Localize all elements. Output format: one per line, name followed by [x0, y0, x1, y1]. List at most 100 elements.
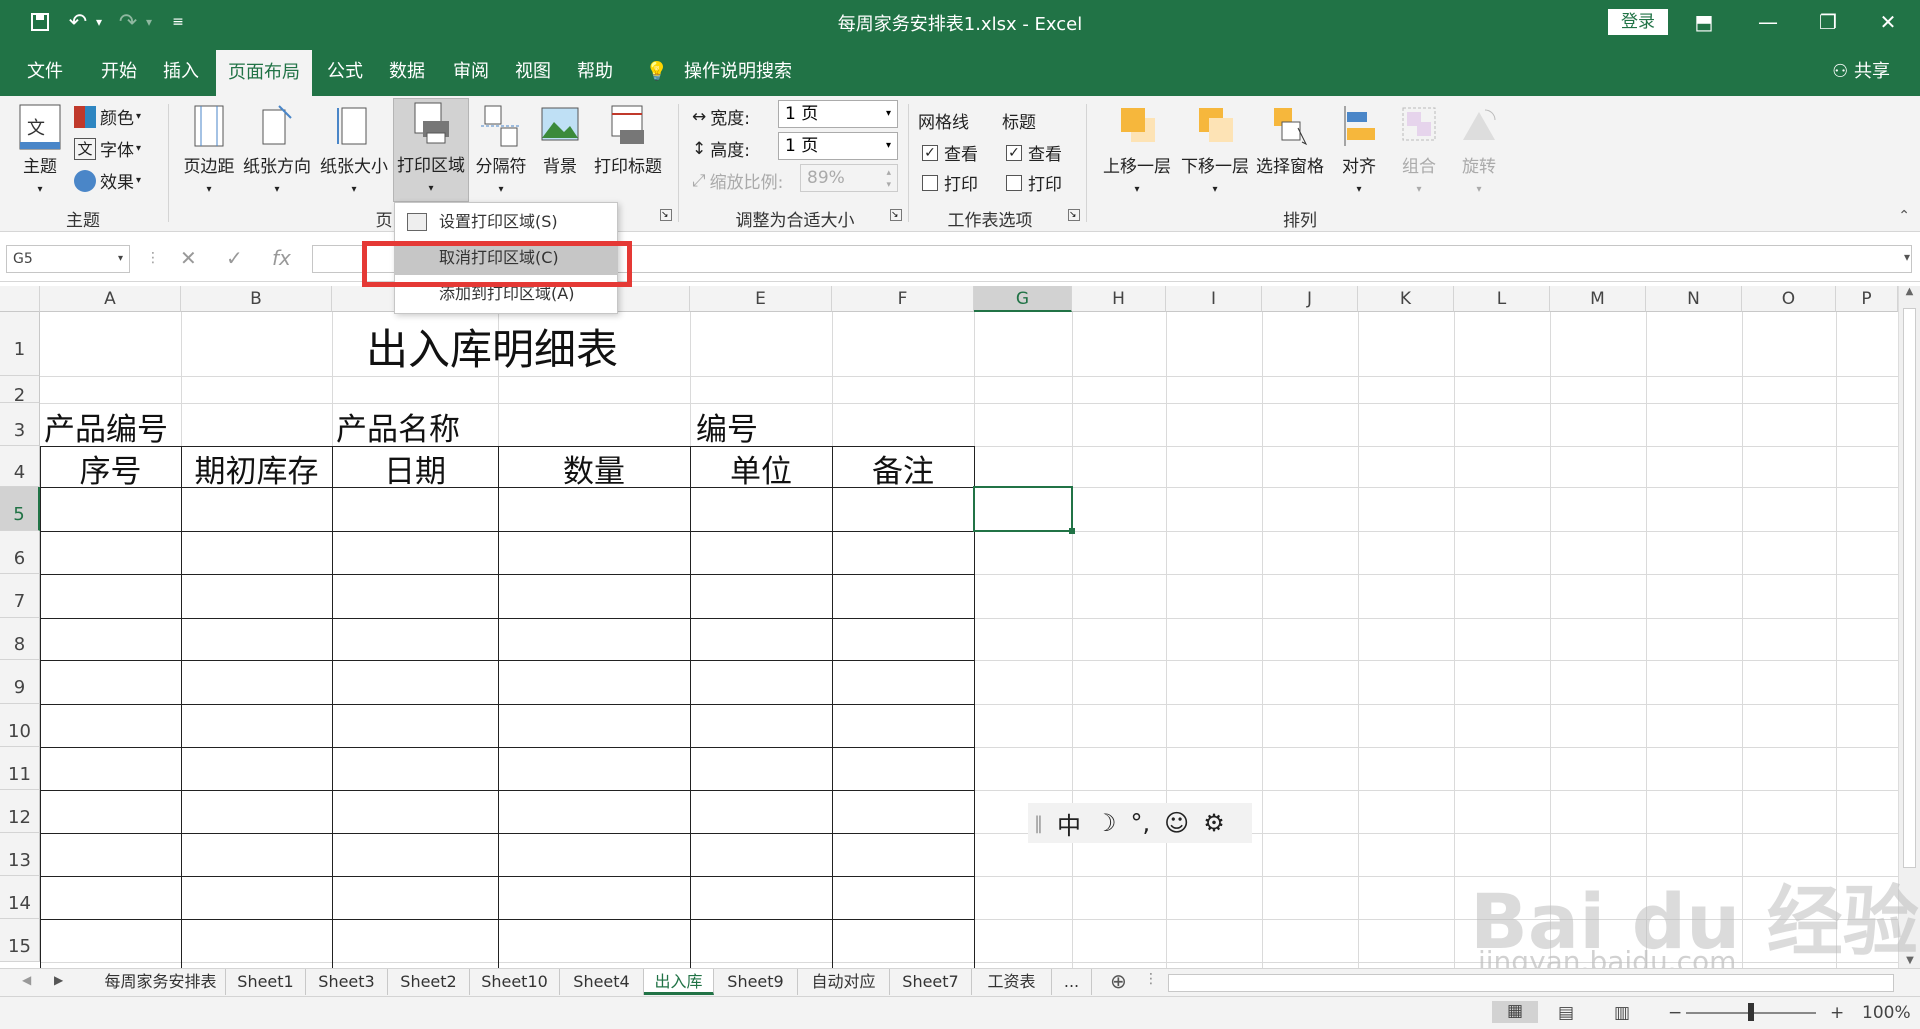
sheet-tab[interactable]: 工资表	[972, 969, 1052, 995]
row-header-4[interactable]: 4	[0, 446, 40, 487]
sheet-tab[interactable]: Sheet3	[306, 969, 388, 995]
rotate-button[interactable]: 旋转 ▾	[1452, 102, 1506, 197]
sheet-tab[interactable]: Sheet1	[226, 969, 306, 995]
column-header-o[interactable]: O	[1742, 286, 1836, 312]
row-header-6[interactable]: 6	[0, 531, 40, 574]
share-button[interactable]: ⚇ 共享	[1832, 44, 1890, 96]
column-header-j[interactable]: J	[1262, 286, 1358, 312]
gridlines-view-checkbox[interactable]: ✓ 查看	[922, 140, 978, 165]
tab-view[interactable]: 视图	[502, 44, 564, 96]
expand-formula-icon[interactable]: ▾	[1904, 250, 1910, 264]
effects-button[interactable]: 效果 ▾	[74, 168, 141, 193]
drag-handle-icon[interactable]: ‖	[1034, 813, 1043, 834]
punctuation-icon[interactable]: °,	[1131, 809, 1151, 837]
scroll-up-icon[interactable]: ▲	[1899, 286, 1920, 297]
group-button[interactable]: 组合 ▾	[1392, 102, 1446, 197]
sheet-options-launcher-icon[interactable]: ↘	[1068, 209, 1080, 221]
row-header-5[interactable]: 5	[0, 487, 40, 531]
sheet-tab[interactable]: Sheet2	[388, 969, 470, 995]
width-dropdown[interactable]: 1 页 ▾	[778, 100, 898, 128]
row-header-13[interactable]: 13	[0, 833, 40, 876]
page-layout-view-icon[interactable]: ▤	[1558, 1003, 1574, 1023]
sheet-tab[interactable]: Sheet10	[470, 969, 560, 995]
enter-icon[interactable]: ✓	[226, 246, 243, 270]
column-header-l[interactable]: L	[1454, 286, 1550, 312]
row-header-8[interactable]: 8	[0, 618, 40, 660]
headings-print-checkbox[interactable]: 打印	[1006, 170, 1062, 195]
ribbon-display-icon[interactable]: ⬒	[1682, 6, 1726, 38]
row-header-11[interactable]: 11	[0, 747, 40, 790]
ime-chinese-mode[interactable]: 中	[1057, 806, 1081, 841]
sheet-tab[interactable]: Sheet7	[890, 969, 972, 995]
send-backward-button[interactable]: 下移一层 ▾	[1176, 102, 1254, 197]
column-header-h[interactable]: H	[1072, 286, 1166, 312]
tab-insert[interactable]: 插入	[150, 44, 212, 96]
zoom-slider-thumb[interactable]	[1748, 1003, 1754, 1021]
ime-toolbar[interactable]: ‖ 中 ☽ °, ☺ ⚙	[1028, 803, 1252, 843]
row-header-9[interactable]: 9	[0, 660, 40, 704]
tab-review[interactable]: 审阅	[440, 44, 502, 96]
gear-icon[interactable]: ⚙	[1203, 809, 1225, 837]
tab-formulas[interactable]: 公式	[314, 44, 376, 96]
set-print-area-item[interactable]: 设置打印区域(S)	[395, 205, 617, 239]
column-header-m[interactable]: M	[1550, 286, 1646, 312]
page-setup-launcher-icon[interactable]: ↘	[660, 209, 672, 221]
page-break-view-icon[interactable]: ▥	[1614, 1003, 1630, 1023]
smiley-icon[interactable]: ☺	[1164, 809, 1189, 837]
login-button[interactable]: 登录	[1608, 9, 1668, 35]
sheet-tab[interactable]: ...	[1052, 969, 1092, 995]
column-header-a[interactable]: A	[40, 286, 181, 312]
scale-spinner[interactable]: 89% ▴ ▾	[800, 164, 898, 192]
row-header-15[interactable]: 15	[0, 919, 40, 962]
select-all-corner[interactable]	[0, 286, 40, 312]
tab-file[interactable]: 文件	[14, 44, 76, 96]
colors-button[interactable]: 颜色 ▾	[74, 104, 141, 129]
insert-function-icon[interactable]: fx	[272, 246, 291, 270]
sheet-tab[interactable]: 出入库	[644, 969, 714, 995]
margins-button[interactable]: 页边距 ▾	[178, 102, 240, 197]
themes-button[interactable]: 文 主题 ▾	[10, 102, 70, 197]
height-dropdown[interactable]: 1 页 ▾	[778, 132, 898, 160]
scroll-thumb[interactable]	[1903, 308, 1916, 868]
print-titles-button[interactable]: 打印标题	[588, 102, 668, 177]
horizontal-scrollbar[interactable]	[1168, 974, 1894, 992]
column-header-f[interactable]: F	[832, 286, 974, 312]
prev-sheet-icon[interactable]: ◀	[22, 973, 31, 987]
sheet-tab[interactable]: Sheet4	[560, 969, 644, 995]
scale-launcher-icon[interactable]: ↘	[890, 209, 902, 221]
fonts-button[interactable]: 文 字体 ▾	[74, 136, 141, 161]
active-cell[interactable]	[973, 486, 1073, 532]
next-sheet-icon[interactable]: ▶	[54, 973, 63, 987]
fill-handle[interactable]	[1069, 528, 1075, 534]
tab-data[interactable]: 数据	[376, 44, 438, 96]
zoom-out-icon[interactable]: −	[1668, 1003, 1682, 1023]
column-header-g[interactable]: G	[974, 286, 1072, 312]
row-header-14[interactable]: 14	[0, 876, 40, 919]
row-header-7[interactable]: 7	[0, 574, 40, 618]
headings-view-checkbox[interactable]: ✓ 查看	[1006, 140, 1062, 165]
size-button[interactable]: 纸张大小 ▾	[316, 102, 392, 197]
breaks-button[interactable]: 分隔符 ▾	[472, 102, 530, 197]
row-header-3[interactable]: 3	[0, 403, 40, 446]
tab-help[interactable]: 帮助	[564, 44, 626, 96]
minimize-icon[interactable]: —	[1746, 6, 1790, 38]
cancel-icon[interactable]: ✕	[180, 246, 197, 270]
name-box[interactable]: G5 ▾	[6, 245, 130, 273]
sheet-tab[interactable]: 每周家务安排表	[96, 969, 226, 995]
normal-view-icon[interactable]: ▦	[1492, 1001, 1538, 1023]
row-header-12[interactable]: 12	[0, 790, 40, 833]
column-header-k[interactable]: K	[1358, 286, 1454, 312]
zoom-level[interactable]: 100%	[1862, 1003, 1911, 1023]
column-header-b[interactable]: B	[181, 286, 332, 312]
close-icon[interactable]: ✕	[1866, 6, 1910, 38]
tab-home[interactable]: 开始	[88, 44, 150, 96]
background-button[interactable]: 背景	[532, 102, 588, 177]
sheet-tab[interactable]: Sheet9	[714, 969, 798, 995]
selection-pane-button[interactable]: 选择窗格	[1252, 102, 1328, 177]
column-header-n[interactable]: N	[1646, 286, 1742, 312]
gridlines-print-checkbox[interactable]: 打印	[922, 170, 978, 195]
align-button[interactable]: 对齐 ▾	[1334, 102, 1384, 197]
sheet-tab[interactable]: 自动对应	[798, 969, 890, 995]
column-header-e[interactable]: E	[690, 286, 832, 312]
print-area-button[interactable]: 打印区域 ▾	[393, 98, 469, 202]
